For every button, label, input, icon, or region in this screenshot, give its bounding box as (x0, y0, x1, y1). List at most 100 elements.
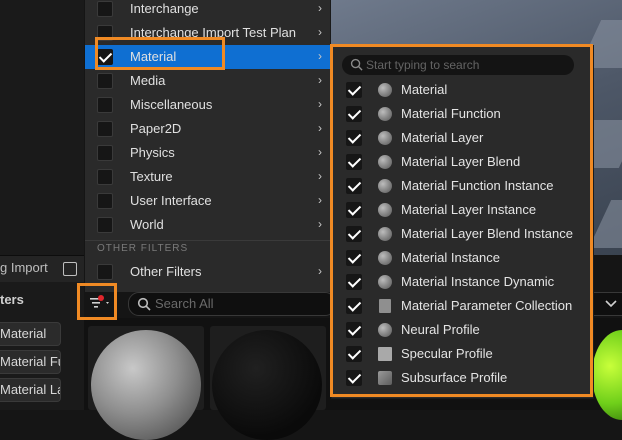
checkbox-checked[interactable] (346, 274, 362, 290)
asset-search-input[interactable]: Search All (128, 292, 336, 316)
checkbox[interactable] (97, 1, 113, 17)
menu-item-label: Interchange Import Test Plan (130, 25, 296, 40)
submenu-item-material[interactable]: Material (332, 78, 591, 102)
menu-item-media[interactable]: Media › (85, 69, 330, 93)
submenu-item-neural-profile[interactable]: Neural Profile (332, 318, 591, 342)
menu-item-miscellaneous[interactable]: Miscellaneous › (85, 93, 330, 117)
submenu-item-specular-profile[interactable]: Specular Profile (332, 342, 591, 366)
submenu-item-material-function[interactable]: Material Function (332, 102, 591, 126)
chevron-right-icon: › (318, 217, 322, 231)
menu-item-interchange[interactable]: Interchange › (85, 0, 330, 21)
submenu-item-subsurface-profile[interactable]: Subsurface Profile (332, 366, 591, 390)
checkbox[interactable] (97, 121, 113, 137)
chevron-right-icon: › (318, 1, 322, 15)
menu-item-paper2d[interactable]: Paper2D › (85, 117, 330, 141)
menu-item-label: Paper2D (130, 121, 182, 136)
menu-item-other-filters[interactable]: Other Filters › (85, 260, 330, 284)
checkbox-checked[interactable] (346, 202, 362, 218)
menu-item-label: User Interface (130, 193, 212, 208)
menu-item-label: World (130, 217, 164, 232)
chevron-right-icon: › (318, 121, 322, 135)
submenu-item-label: Material Instance Dynamic (401, 274, 555, 289)
asset-thumbnail (91, 330, 201, 440)
submenu-item-label: Material Layer Blend Instance (401, 226, 573, 241)
neural-profile-icon (378, 323, 392, 337)
menu-item-interchange-import-test-plan[interactable]: Interchange Import Test Plan › (85, 21, 330, 45)
filter-button[interactable] (85, 291, 111, 315)
checkbox-checked[interactable] (346, 154, 362, 170)
submenu-item-label: Specular Profile (401, 346, 493, 361)
menu-item-world[interactable]: World › (85, 213, 330, 237)
material-instance-icon (378, 227, 392, 241)
menu-item-physics[interactable]: Physics › (85, 141, 330, 165)
subsurface-profile-icon (378, 371, 392, 385)
chevron-right-icon: › (318, 169, 322, 183)
submenu-search-input[interactable]: Start typing to search (342, 55, 574, 75)
checkbox[interactable] (97, 193, 113, 209)
submenu-item-material-parameter-collection[interactable]: Material Parameter Collection (332, 294, 591, 318)
material-function-icon (378, 107, 392, 121)
asset-thumbnail (212, 330, 322, 440)
import-button[interactable]: g Import (0, 260, 48, 275)
material-instance-icon (378, 203, 392, 217)
checkbox-checked[interactable] (346, 226, 362, 242)
submenu-item-label: Subsurface Profile (401, 370, 508, 385)
submenu-item-label: Material (401, 82, 448, 97)
chevron-right-icon: › (318, 25, 322, 39)
checkbox-checked[interactable] (346, 106, 362, 122)
checkbox[interactable] (97, 73, 113, 89)
menu-item-label: Texture (130, 169, 173, 184)
submenu-item-material-instance[interactable]: Material Instance (332, 246, 591, 270)
menu-item-label: Interchange (130, 1, 199, 16)
submenu-item-label: Material Function (401, 106, 501, 121)
save-all-icon[interactable] (63, 262, 77, 276)
material-instance-icon (378, 251, 392, 265)
submenu-item-label: Neural Profile (401, 322, 480, 337)
other-filters-heading: OTHER FILTERS (97, 243, 189, 254)
submenu-item-label: Material Instance (401, 250, 500, 265)
filter-chip[interactable]: Material La (0, 378, 61, 402)
checkbox-checked[interactable] (346, 178, 362, 194)
submenu-item-label: Material Layer Instance (401, 202, 537, 217)
checkbox-checked[interactable] (97, 49, 113, 65)
menu-item-material[interactable]: Material › (85, 45, 330, 69)
filters-heading: ters (0, 292, 24, 307)
submenu-item-material-layer-blend-instance[interactable]: Material Layer Blend Instance (332, 222, 591, 246)
menu-item-label: Physics (130, 145, 175, 160)
content-browser-toolbar: g Import (0, 255, 84, 282)
submenu-item-material-layer-blend[interactable]: Material Layer Blend (332, 150, 591, 174)
menu-item-texture[interactable]: Texture › (85, 165, 330, 189)
checkbox-checked[interactable] (346, 298, 362, 314)
checkbox[interactable] (97, 264, 113, 280)
specular-profile-icon (378, 347, 392, 361)
checkbox[interactable] (97, 97, 113, 113)
checkbox[interactable] (97, 169, 113, 185)
filter-icon (90, 295, 109, 308)
checkbox[interactable] (97, 25, 113, 41)
checkbox-checked[interactable] (346, 370, 362, 386)
search-icon (350, 58, 363, 71)
chevron-right-icon: › (318, 145, 322, 159)
menu-item-label: Media (130, 73, 166, 88)
submenu-item-label: Material Layer (401, 130, 484, 145)
submenu-item-material-instance-dynamic[interactable]: Material Instance Dynamic (332, 270, 591, 294)
menu-item-label: Miscellaneous (130, 97, 213, 112)
submenu-item-label: Material Layer Blend (401, 154, 521, 169)
checkbox-checked[interactable] (346, 322, 362, 338)
checkbox[interactable] (97, 145, 113, 161)
checkbox-checked[interactable] (346, 82, 362, 98)
submenu-item-material-layer-instance[interactable]: Material Layer Instance (332, 198, 591, 222)
checkbox[interactable] (97, 217, 113, 233)
checkbox-checked[interactable] (346, 250, 362, 266)
filter-chip[interactable]: Material (0, 322, 61, 346)
submenu-item-material-function-instance[interactable]: Material Function Instance (332, 174, 591, 198)
material-layer-blend-icon (378, 155, 392, 169)
filter-category-menu: Interchange › Interchange Import Test Pl… (85, 0, 331, 292)
filter-chip[interactable]: Material Fu (0, 350, 61, 374)
checkbox-checked[interactable] (346, 130, 362, 146)
material-instance-icon (378, 179, 392, 193)
checkbox-checked[interactable] (346, 346, 362, 362)
menu-item-user-interface[interactable]: User Interface › (85, 189, 330, 213)
submenu-item-material-layer[interactable]: Material Layer (332, 126, 591, 150)
menu-divider (85, 240, 330, 241)
